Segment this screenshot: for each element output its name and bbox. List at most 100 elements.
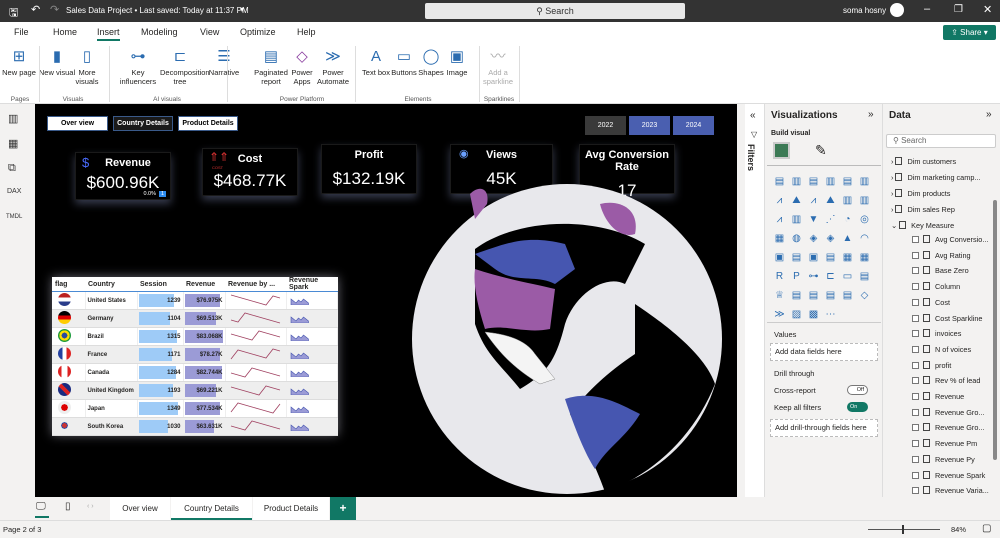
visual-type-icon[interactable]: ⋯ [824, 308, 837, 321]
visual-type-icon[interactable]: ▤ [824, 289, 837, 302]
undo-icon[interactable]: ↶ [31, 3, 40, 16]
tab-home[interactable]: Home [53, 27, 77, 37]
checkbox[interactable] [912, 236, 919, 243]
visual-type-icon[interactable]: ⊏ [824, 270, 837, 283]
image-button[interactable]: ▣ Image [437, 48, 477, 77]
prev-page-icon[interactable]: ‹ › [87, 503, 94, 510]
field-item[interactable]: Cost [912, 297, 950, 307]
checkbox[interactable] [912, 345, 919, 353]
values-drop-zone[interactable]: Add data fields here [770, 343, 878, 361]
chevrons-right-icon[interactable]: » [868, 109, 874, 120]
col-revenue[interactable]: Revenue [183, 277, 225, 292]
visual-type-icon[interactable]: ◔ [841, 213, 854, 226]
field-item[interactable]: Revenue Gro... [912, 423, 984, 432]
kpi-card-profit[interactable]: Profit $132.19K [321, 144, 417, 194]
field-item[interactable]: Revenue Spark [912, 470, 985, 480]
checkbox[interactable] [912, 471, 919, 479]
field-item[interactable]: N of voices [912, 344, 971, 354]
field-item[interactable]: Avg Conversio... [912, 235, 988, 244]
visual-type-icon[interactable]: ≫ [773, 308, 786, 321]
tab-file[interactable]: File [14, 27, 29, 37]
visual-type-icon[interactable]: ♕ [773, 289, 786, 302]
redo-icon[interactable]: ↷ [50, 3, 59, 16]
visual-type-icon[interactable]: ◈ [807, 232, 820, 245]
restore-icon[interactable]: ❐ [954, 4, 963, 15]
checkbox[interactable] [912, 440, 919, 448]
tab-insert[interactable]: Insert [97, 27, 120, 41]
visual-type-icon[interactable]: ⛰ [790, 194, 803, 207]
visual-type-icon[interactable]: ▤ [773, 175, 786, 188]
field-item[interactable]: Cost Sparkline [912, 313, 982, 323]
checkbox[interactable] [912, 424, 919, 432]
table-row[interactable]: Germany 1104 $69.513K [52, 309, 338, 328]
share-button[interactable]: ⇪ Share ▾ [943, 25, 996, 40]
table-node[interactable]: › Dim marketing camp... [891, 173, 980, 182]
build-visual-tab-icon[interactable] [773, 142, 790, 159]
checkbox[interactable] [912, 251, 919, 259]
year-2023-button[interactable]: 2023 [629, 116, 670, 135]
more-visuals-button[interactable]: ▯ More visuals [67, 48, 107, 86]
visual-type-icon[interactable]: ◍ [790, 232, 803, 245]
checkbox[interactable] [912, 283, 919, 291]
checkbox[interactable] [912, 314, 919, 322]
field-item[interactable]: Revenue Varia... [912, 486, 989, 495]
filters-label[interactable]: Filters [746, 144, 756, 171]
field-item[interactable]: Revenue Py [912, 454, 975, 464]
nav-overview-button[interactable]: Over view [47, 116, 108, 131]
desktop-layout-icon[interactable]: 🖵 [36, 501, 46, 512]
visual-type-icon[interactable]: ▤ [790, 251, 803, 264]
decomposition-tree-button[interactable]: ⊏ Decomposition tree [160, 48, 210, 86]
visual-type-icon[interactable]: ▨ [790, 308, 803, 321]
col-revenue-by[interactable]: Revenue by ... [225, 277, 286, 292]
chevrons-right-icon[interactable]: » [986, 109, 992, 120]
field-item[interactable]: Revenue [912, 392, 964, 401]
visual-type-icon[interactable]: ▤ [858, 270, 871, 283]
visual-type-icon[interactable]: ▦ [841, 251, 854, 264]
page-tab-overview[interactable]: Over view [110, 497, 170, 520]
visual-type-icon[interactable]: ▲ [841, 232, 854, 245]
table-view-icon[interactable]: ▦ [8, 137, 18, 150]
checkbox[interactable] [912, 361, 919, 369]
report-view-icon[interactable]: ▥ [8, 112, 18, 125]
year-2024-button[interactable]: 2024 [673, 116, 714, 135]
visual-type-icon[interactable]: ◠ [858, 232, 871, 245]
zoom-slider-thumb[interactable] [902, 525, 904, 534]
visual-type-icon[interactable]: ⩘ [773, 213, 786, 226]
checkbox[interactable] [912, 330, 919, 338]
globe-map[interactable] [405, 174, 737, 497]
visual-type-icon[interactable]: ▥ [790, 213, 803, 226]
zoom-slider[interactable] [868, 529, 940, 530]
page-tab-country-details[interactable]: Country Details [171, 497, 252, 520]
kpi-card-cost[interactable]: ⇑⇑ COST Cost $468.77K [202, 148, 298, 196]
format-visual-icon[interactable]: ✎ [815, 142, 827, 159]
checkbox[interactable] [912, 455, 919, 463]
visual-type-icon[interactable]: ▦ [858, 251, 871, 264]
visual-type-icon[interactable]: R [773, 270, 786, 283]
model-view-icon[interactable]: ⧉ [8, 162, 16, 175]
table-row[interactable]: Japan 1349 $77.534K [52, 399, 338, 418]
mobile-layout-icon[interactable]: ▯ [65, 501, 71, 512]
key-influencers-button[interactable]: ⊶ Key influencers [118, 48, 158, 86]
field-item[interactable]: Base Zero [912, 266, 969, 275]
drill-through-drop-zone[interactable]: Add drill-through fields here [770, 419, 878, 437]
visual-type-icon[interactable]: ◈ [824, 232, 837, 245]
avatar[interactable] [890, 3, 904, 17]
table-node[interactable]: › Dim sales Rep [891, 205, 955, 214]
tab-view[interactable]: View [200, 27, 219, 37]
visual-type-icon[interactable]: ◎ [858, 213, 871, 226]
fit-to-page-icon[interactable]: ▢ [982, 523, 991, 534]
visual-type-icon[interactable]: ▭ [841, 270, 854, 283]
visual-type-icon[interactable]: ▥ [790, 175, 803, 188]
field-item[interactable]: Revenue Pm [912, 439, 977, 448]
col-country[interactable]: Country [85, 277, 137, 292]
kpi-card-revenue[interactable]: $ Revenue $600.96K 0.0% 1 [75, 152, 171, 200]
visual-type-icon[interactable]: ▤ [824, 251, 837, 264]
search-box[interactable]: ⚲ Search [425, 3, 685, 19]
visual-type-icon[interactable]: ▣ [773, 251, 786, 264]
nav-country-details-button[interactable]: Country Details [113, 116, 173, 131]
year-2022-button[interactable]: 2022 [585, 116, 626, 135]
table-row[interactable]: Canada 1284 $82.744K [52, 363, 338, 382]
visual-type-icon[interactable]: ▦ [773, 232, 786, 245]
tab-modeling[interactable]: Modeling [141, 27, 178, 37]
visual-type-icon[interactable]: ◇ [858, 289, 871, 302]
